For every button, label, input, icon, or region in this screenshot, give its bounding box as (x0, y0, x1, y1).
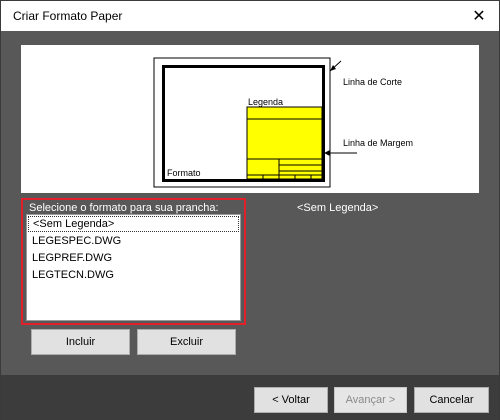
window-title: Criar Formato Paper (13, 9, 123, 23)
list-item[interactable]: LEGPREF.DWG (28, 250, 239, 266)
incluir-button[interactable]: Incluir (31, 329, 130, 355)
formato-label: Formato (167, 168, 201, 178)
avancar-button[interactable]: Avançar > (334, 387, 407, 413)
legenda-label: Legenda (248, 97, 283, 107)
excluir-button[interactable]: Excluir (137, 329, 236, 355)
legend-block (246, 106, 323, 180)
margin-line-label: Linha de Margem (343, 138, 413, 148)
title-bar: Criar Formato Paper ✕ (1, 1, 499, 31)
voltar-button[interactable]: < Voltar (254, 387, 328, 413)
format-listbox[interactable]: <Sem Legenda> LEGESPEC.DWG LEGPREF.DWG L… (26, 214, 241, 321)
cancelar-button[interactable]: Cancelar (414, 387, 489, 413)
cut-line-arrow (329, 60, 342, 72)
close-icon: ✕ (472, 8, 486, 25)
format-diagram: Legenda Formato Linha de Corte Linha de … (153, 57, 413, 188)
legend-fill (246, 106, 323, 180)
dialog-window: Criar Formato Paper ✕ Legenda Formato Li… (0, 0, 500, 420)
selected-format-display: <Sem Legenda> (297, 202, 379, 214)
margin-line-arrow (324, 150, 357, 156)
list-item[interactable]: <Sem Legenda> (28, 216, 239, 232)
list-item[interactable]: LEGESPEC.DWG (28, 233, 239, 249)
cut-line-label: Linha de Corte (343, 77, 402, 87)
format-preview: Legenda Formato Linha de Corte Linha de … (21, 45, 479, 193)
list-item[interactable]: LEGTECN.DWG (28, 267, 239, 283)
close-button[interactable]: ✕ (459, 1, 499, 31)
